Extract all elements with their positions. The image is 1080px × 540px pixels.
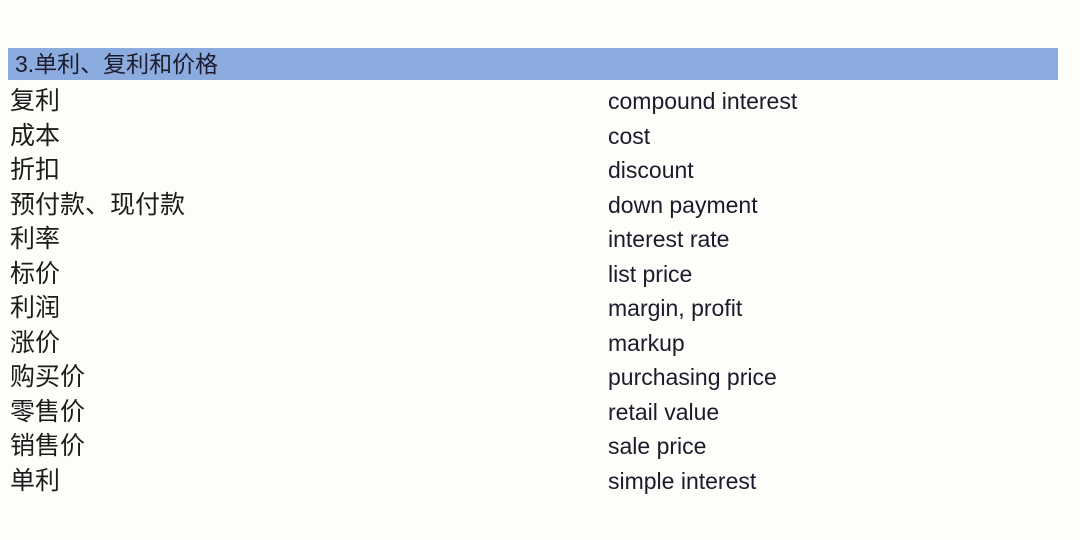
term-chinese: 零售价: [10, 397, 86, 426]
vocabulary-row: 复利 compound interest: [0, 84, 1080, 119]
term-english: cost: [608, 122, 651, 149]
slide-canvas: 3.单利、复利和价格 复利 compound interest 成本 cost …: [0, 0, 1080, 540]
vocabulary-row: 涨价 markup: [0, 326, 1080, 361]
vocabulary-row: 利率 interest rate: [0, 222, 1080, 257]
vocabulary-row: 成本 cost: [0, 119, 1080, 154]
term-chinese: 利润: [10, 294, 61, 323]
term-english: retail value: [608, 398, 720, 425]
term-english: compound interest: [608, 88, 798, 115]
vocabulary-row: 折扣 discount: [0, 153, 1080, 188]
vocabulary-row: 利润 margin, profit: [0, 291, 1080, 326]
vocabulary-list: 复利 compound interest 成本 cost 折扣 discount…: [0, 84, 1080, 498]
vocabulary-row: 销售价 sale price: [0, 429, 1080, 464]
term-chinese: 单利: [10, 466, 61, 495]
vocabulary-row: 购买价 purchasing price: [0, 360, 1080, 395]
term-english: discount: [608, 157, 694, 184]
term-chinese: 利率: [10, 225, 61, 254]
term-chinese: 成本: [10, 121, 61, 150]
term-english: purchasing price: [608, 364, 777, 391]
section-header-bar: 3.单利、复利和价格: [8, 48, 1058, 80]
term-chinese: 销售价: [10, 432, 86, 461]
term-english: simple interest: [608, 467, 757, 494]
term-chinese: 标价: [10, 259, 61, 288]
term-english: down payment: [608, 191, 758, 218]
term-chinese: 涨价: [10, 328, 61, 357]
term-chinese: 复利: [10, 87, 61, 116]
vocabulary-row: 零售价 retail value: [0, 395, 1080, 430]
section-header-title: 3.单利、复利和价格: [15, 50, 219, 77]
term-english: margin, profit: [608, 295, 743, 322]
term-english: interest rate: [608, 226, 730, 253]
term-chinese: 预付款、现付款: [10, 190, 186, 219]
term-chinese: 折扣: [10, 156, 61, 185]
vocabulary-row: 标价 list price: [0, 257, 1080, 292]
term-english: sale price: [608, 433, 707, 460]
vocabulary-row: 单利 simple interest: [0, 464, 1080, 499]
vocabulary-row: 预付款、现付款 down payment: [0, 188, 1080, 223]
term-english: markup: [608, 329, 685, 356]
term-english: list price: [608, 260, 693, 287]
term-chinese: 购买价: [10, 363, 86, 392]
